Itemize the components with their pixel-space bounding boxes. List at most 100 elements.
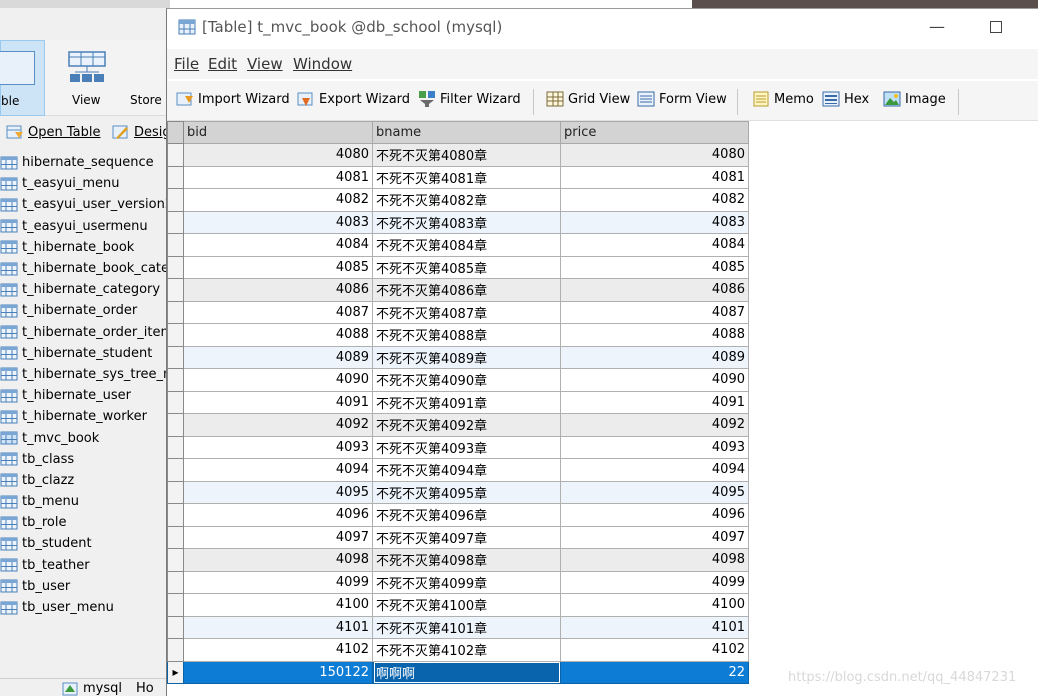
table-list-item[interactable]: t_hibernate_category — [0, 279, 170, 300]
table-row[interactable]: 4096 不死不灭第4096章 4096 — [167, 503, 749, 527]
table-list-item[interactable]: hibernate_sequence — [0, 152, 170, 173]
row-indicator[interactable] — [167, 593, 184, 617]
cell-price[interactable]: 4097 — [560, 525, 749, 549]
table-row[interactable]: 4089 不死不灭第4089章 4089 — [167, 345, 749, 369]
table-row[interactable]: 4080 不死不灭第4080章 4080 — [167, 143, 749, 167]
cell-bid[interactable]: 4088 — [183, 323, 373, 347]
row-indicator[interactable] — [167, 188, 184, 212]
cell-bname[interactable]: 不死不灭第4091章 — [372, 390, 561, 414]
table-row[interactable]: 4083 不死不灭第4083章 4083 — [167, 210, 749, 234]
cell-bid[interactable]: 4096 — [183, 503, 373, 527]
cell-bname[interactable]: 不死不灭第4083章 — [372, 210, 561, 234]
memo-button[interactable]: Memo — [752, 90, 814, 108]
table-row[interactable]: 4085 不死不灭第4085章 4085 — [167, 255, 749, 279]
table-row[interactable]: 4086 不死不灭第4086章 4086 — [167, 278, 749, 302]
table-list-item[interactable]: tb_menu — [0, 491, 170, 512]
cell-bid[interactable]: 4082 — [183, 188, 373, 212]
table-list-item[interactable]: tb_user — [0, 576, 170, 597]
cell-bname[interactable]: 不死不灭第4082章 — [372, 188, 561, 212]
cell-bname[interactable]: 不死不灭第4096章 — [372, 503, 561, 527]
cell-bid[interactable]: 4084 — [183, 233, 373, 257]
cell-price[interactable]: 4095 — [560, 480, 749, 504]
table-row[interactable]: 4092 不死不灭第4092章 4092 — [167, 413, 749, 437]
cell-price[interactable]: 4090 — [560, 368, 749, 392]
cell-bname[interactable]: 不死不灭第4089章 — [372, 345, 561, 369]
image-button[interactable]: Image — [883, 90, 946, 108]
table-row[interactable]: 4093 不死不灭第4093章 4093 — [167, 435, 749, 459]
cell-bid[interactable]: 4092 — [183, 413, 373, 437]
table-row[interactable]: 4095 不死不灭第4095章 4095 — [167, 480, 749, 504]
cell-bname[interactable]: 不死不灭第4092章 — [372, 413, 561, 437]
table-list-item[interactable]: tb_teather — [0, 555, 170, 576]
connection-tab[interactable]: mysql Ho — [62, 681, 154, 696]
table-list-item[interactable]: t_hibernate_sys_tree_n — [0, 364, 170, 385]
row-indicator[interactable] — [167, 615, 184, 639]
export-wizard-button[interactable]: Export Wizard — [297, 90, 410, 108]
cell-bname[interactable]: 不死不灭第4094章 — [372, 458, 561, 482]
cell-bname[interactable]: 不死不灭第4080章 — [372, 143, 561, 167]
menu-file[interactable]: File — [174, 55, 199, 73]
table-list-item[interactable]: t_hibernate_worker — [0, 406, 170, 427]
view-tool-button[interactable]: View — [55, 40, 115, 116]
row-indicator[interactable] — [167, 143, 184, 167]
column-header-bid[interactable]: bid — [183, 121, 373, 144]
menu-view[interactable]: View — [247, 55, 283, 73]
row-indicator[interactable] — [167, 255, 184, 279]
table-row[interactable]: 4082 不死不灭第4082章 4082 — [167, 188, 749, 212]
cell-bid[interactable]: 4102 — [183, 638, 373, 662]
cell-price[interactable]: 4082 — [560, 188, 749, 212]
cell-bid[interactable]: 4086 — [183, 278, 373, 302]
minimize-button[interactable]: — — [927, 17, 947, 41]
table-row[interactable]: 4102 不死不灭第4102章 4102 — [167, 638, 749, 662]
table-list-item[interactable]: t_easyui_menu — [0, 173, 170, 194]
table-row[interactable]: 4099 不死不灭第4099章 4099 — [167, 570, 749, 594]
cell-price[interactable]: 4102 — [560, 638, 749, 662]
open-table-button[interactable]: Open Table — [6, 124, 100, 140]
cell-bname[interactable]: 不死不灭第4101章 — [372, 615, 561, 639]
cell-bid[interactable]: 4097 — [183, 525, 373, 549]
table-list-item[interactable]: t_hibernate_order_item — [0, 322, 170, 343]
cell-price[interactable]: 22 — [560, 660, 749, 684]
cell-price[interactable]: 4080 — [560, 143, 749, 167]
stored-procedure-tool-button[interactable]: Store — [128, 40, 170, 116]
filter-wizard-button[interactable]: Filter Wizard — [418, 90, 521, 108]
menu-edit[interactable]: Edit — [208, 55, 237, 73]
cell-price[interactable]: 4100 — [560, 593, 749, 617]
cell-bid[interactable]: 4093 — [183, 435, 373, 459]
cell-bid[interactable]: 4094 — [183, 458, 373, 482]
row-indicator[interactable] — [167, 458, 184, 482]
row-indicator[interactable] — [167, 233, 184, 257]
cell-bname[interactable]: 不死不灭第4093章 — [372, 435, 561, 459]
import-wizard-button[interactable]: Import Wizard — [176, 90, 290, 108]
cell-bid[interactable]: 4090 — [183, 368, 373, 392]
table-list-item[interactable]: tb_class — [0, 449, 170, 470]
cell-bid[interactable]: 4099 — [183, 570, 373, 594]
row-indicator[interactable] — [167, 413, 184, 437]
cell-bname[interactable]: 不死不灭第4086章 — [372, 278, 561, 302]
cell-bname[interactable]: 不死不灭第4099章 — [372, 570, 561, 594]
cell-bid[interactable]: 4100 — [183, 593, 373, 617]
row-indicator[interactable] — [167, 435, 184, 459]
cell-price[interactable]: 4088 — [560, 323, 749, 347]
cell-bname[interactable]: 不死不灭第4102章 — [372, 638, 561, 662]
row-indicator[interactable] — [167, 638, 184, 662]
cell-bid[interactable]: 4098 — [183, 548, 373, 572]
row-indicator[interactable] — [167, 480, 184, 504]
cell-price[interactable]: 4093 — [560, 435, 749, 459]
design-table-button[interactable]: Desig — [112, 124, 171, 140]
cell-bname[interactable]: 不死不灭第4098章 — [372, 548, 561, 572]
menu-window[interactable]: Window — [293, 55, 352, 73]
cell-bid[interactable]: 4089 — [183, 345, 373, 369]
cell-bid[interactable]: 4080 — [183, 143, 373, 167]
maximize-button[interactable] — [990, 21, 1002, 33]
table-list-item[interactable]: t_hibernate_student — [0, 343, 170, 364]
row-indicator[interactable] — [167, 525, 184, 549]
table-row[interactable]: 4088 不死不灭第4088章 4088 — [167, 323, 749, 347]
column-header-price[interactable]: price — [560, 121, 749, 144]
table-row[interactable]: 4098 不死不灭第4098章 4098 — [167, 548, 749, 572]
table-list-item[interactable]: tb_user_menu — [0, 597, 170, 618]
cell-price[interactable]: 4081 — [560, 165, 749, 189]
table-list-item[interactable]: t_easyui_usermenu — [0, 216, 170, 237]
table-row[interactable]: 4101 不死不灭第4101章 4101 — [167, 615, 749, 639]
column-header-bname[interactable]: bname — [372, 121, 561, 144]
